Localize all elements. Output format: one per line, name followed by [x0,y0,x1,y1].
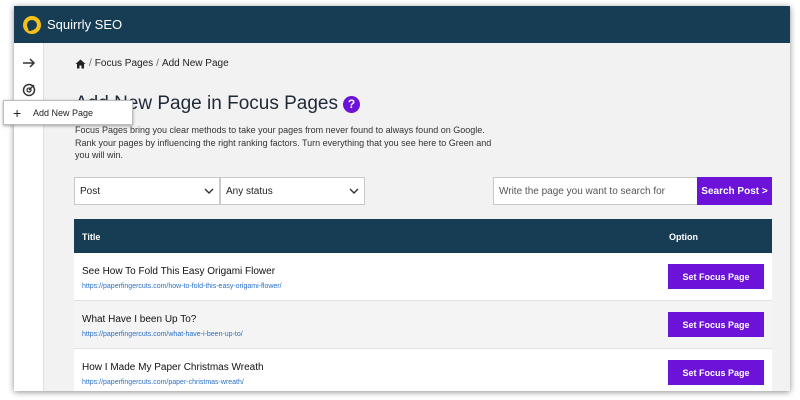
search-input[interactable] [493,177,698,205]
add-new-page-label: Add New Page [33,107,94,118]
squirrly-logo-icon[interactable] [23,15,41,34]
status-select[interactable]: Any status [220,177,365,205]
add-new-page-popup[interactable]: + Add New Page [3,100,133,125]
sidebar [14,43,44,391]
search-post-button[interactable]: Search Post > [697,177,772,205]
post-url-link[interactable]: https://paperfingercuts.com/what-have-i-… [82,331,243,338]
help-icon[interactable]: ? [343,95,360,113]
column-header-option: Option [669,232,698,242]
plus-icon: + [13,104,22,121]
arrow-right-icon[interactable] [22,56,36,70]
chevron-down-icon [349,188,359,194]
breadcrumb-separator: / [89,58,92,69]
post-url-link[interactable]: https://paperfingercuts.com/how-to-fold-… [82,283,282,290]
target-icon[interactable] [22,83,36,97]
breadcrumb-separator: / [156,58,159,69]
status-value: Any status [226,185,273,197]
app-title: Squirrly SEO [47,17,123,32]
post-url-link[interactable]: https://paperfingercuts.com/paper-christ… [82,379,244,386]
set-focus-page-button[interactable]: Set Focus Page [668,264,764,289]
post-title: See How To Fold This Easy Origami Flower [82,266,276,277]
breadcrumb-focus-pages[interactable]: Focus Pages [95,58,153,69]
set-focus-page-button[interactable]: Set Focus Page [668,360,764,385]
post-type-select[interactable]: Post [74,177,220,205]
table-row: How I Made My Paper Christmas Wreath htt… [74,349,772,391]
breadcrumb: / Focus Pages / Add New Page [75,58,229,69]
main-content: / Focus Pages / Add New Page Add New Pag… [45,43,790,391]
table-row: What Have I been Up To? https://paperfin… [74,301,772,349]
top-bar: Squirrly SEO [14,6,790,43]
post-type-value: Post [80,185,101,197]
set-focus-page-button[interactable]: Set Focus Page [668,312,764,337]
table-row: See How To Fold This Easy Origami Flower… [74,253,772,301]
focus-pages-table: Title Option See How To Fold This Easy O… [74,219,772,391]
post-title: How I Made My Paper Christmas Wreath [82,362,264,373]
app-window: Squirrly SEO / Focus Pages / Add New Pag… [14,6,790,391]
breadcrumb-add-new-page: Add New Page [161,58,229,69]
table-header: Title Option [74,219,772,253]
column-header-title: Title [82,232,101,242]
page-description: Focus Pages bring you clear methods to t… [75,125,492,160]
post-title: What Have I been Up To? [82,314,197,325]
chevron-down-icon [204,188,214,194]
home-icon[interactable] [75,59,86,69]
